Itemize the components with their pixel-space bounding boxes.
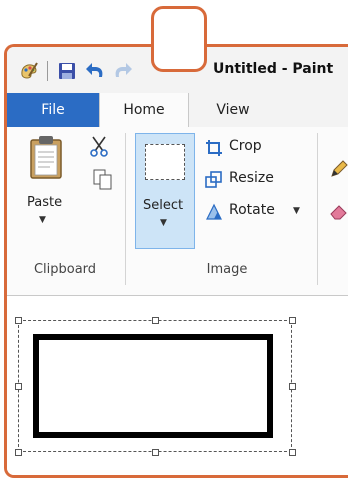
cut-icon[interactable] (89, 135, 109, 161)
rotate-label: Rotate (229, 202, 275, 218)
resize-handle[interactable] (289, 317, 296, 324)
rectangle-shape (33, 334, 273, 438)
clipboard-icon (29, 135, 63, 183)
resize-button[interactable]: Resize (205, 169, 295, 191)
rotate-dropdown-arrow: ▼ (293, 206, 300, 216)
resize-handle[interactable] (152, 317, 159, 324)
resize-handle[interactable] (152, 449, 159, 456)
image-group-label: Image (206, 262, 248, 277)
ribbon-tabs: File Home View (7, 93, 348, 128)
select-icon (145, 144, 185, 180)
paste-dropdown-arrow: ▼ (39, 215, 46, 225)
redo-icon[interactable] (111, 61, 133, 85)
paste-button[interactable]: Paste ▼ (21, 135, 73, 253)
pencil-icon[interactable] (329, 159, 348, 183)
window-title: Untitled - Paint (213, 61, 334, 77)
toolbar-separator (47, 61, 48, 81)
resize-handle[interactable] (289, 383, 296, 390)
resize-icon (205, 171, 223, 193)
tab-file[interactable]: File (7, 93, 99, 127)
copy-icon[interactable] (93, 169, 113, 195)
rotate-icon (205, 203, 223, 225)
resize-handle[interactable] (15, 317, 22, 324)
select-dropdown-arrow: ▼ (160, 218, 167, 228)
group-divider (317, 133, 318, 285)
rotate-button[interactable]: Rotate ▼ (205, 201, 311, 223)
resize-handle[interactable] (15, 449, 22, 456)
crop-label: Crop (229, 138, 262, 154)
undo-icon[interactable] (85, 61, 107, 85)
group-divider (125, 133, 126, 285)
paint-window: Untitled - Paint File Home View Paste ▼ … (4, 44, 348, 478)
resize-handle[interactable] (15, 383, 22, 390)
crop-icon (205, 139, 223, 161)
highlight-callout (151, 6, 207, 72)
resize-handle[interactable] (289, 449, 296, 456)
save-icon[interactable] (57, 61, 77, 85)
tab-view[interactable]: View (193, 93, 273, 127)
paste-label: Paste (27, 195, 63, 210)
ribbon-home: Paste ▼ Clipboard Select ▼ Crop Resize R… (7, 127, 348, 296)
eraser-icon[interactable] (329, 201, 348, 225)
clipboard-group-label: Clipboard (33, 262, 97, 277)
select-label: Select (143, 198, 184, 213)
tab-home[interactable]: Home (99, 93, 189, 128)
drawing-canvas[interactable] (7, 296, 348, 475)
paint-app-icon[interactable] (19, 61, 39, 85)
select-button[interactable]: Select ▼ (135, 133, 195, 249)
resize-label: Resize (229, 170, 274, 186)
crop-button[interactable]: Crop (205, 137, 285, 159)
